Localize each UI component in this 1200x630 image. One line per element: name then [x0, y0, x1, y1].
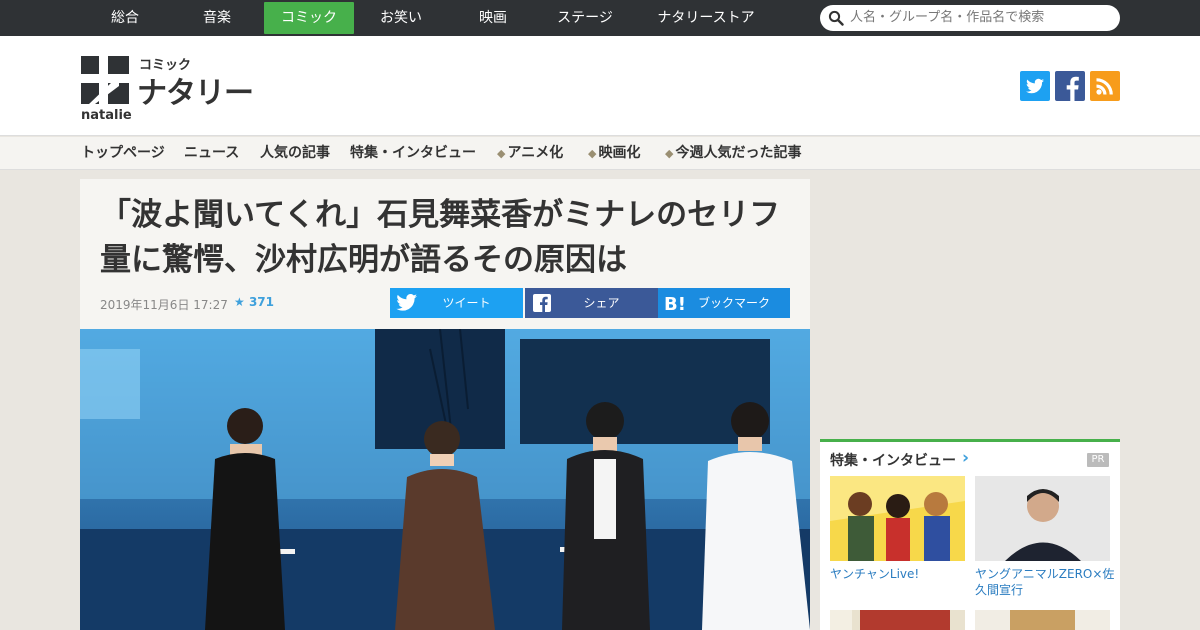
- nav-tab-general[interactable]: 総合: [80, 2, 170, 34]
- hatena-bookmark-button[interactable]: B! ブックマーク: [658, 288, 790, 318]
- nav-tab-store[interactable]: ナタリーストア: [636, 2, 776, 34]
- logo-title: ナタリー: [137, 76, 254, 111]
- search-input[interactable]: 人名・グループ名・作品名で検索: [850, 5, 1044, 31]
- nav-tab-comic[interactable]: コミック: [264, 2, 354, 34]
- tweet-label: ツイート: [442, 296, 491, 310]
- sidebar-heading[interactable]: 特集・インタビュー: [830, 450, 956, 470]
- twitter-link[interactable]: [1020, 71, 1050, 101]
- manga-cover-image: [830, 476, 965, 561]
- subnav-movie-label: 映画化: [598, 145, 641, 161]
- section-nav: トップページ ニュース 人気の記事 特集・インタビュー ◆ アニメ化 ◆ 映画化 ◆…: [0, 137, 1200, 170]
- feature-thumbnail: [975, 476, 1110, 561]
- search-icon: [828, 10, 844, 26]
- feature-sidebar: 特集・インタビュー › PR ヤンチャンLive! ヤングアニマルZERO×佐久…: [820, 439, 1120, 630]
- star-icon: ★: [234, 295, 249, 309]
- twitter-icon: [1026, 78, 1044, 94]
- manga-cover-image: [975, 610, 1110, 630]
- feature-thumbnail: [830, 610, 965, 630]
- manga-cover-image: [830, 610, 965, 630]
- subnav-features[interactable]: 特集・インタビュー: [350, 137, 476, 170]
- star-count-value: 371: [248, 295, 274, 309]
- feature-thumbnail: [830, 476, 965, 561]
- subnav-anime[interactable]: ◆ アニメ化: [497, 137, 563, 170]
- portrait-image: [975, 476, 1110, 561]
- logo-wordmark: natalie: [81, 108, 132, 123]
- article: 「波よ聞いてくれ」石見舞菜香がミナレのセリフ量に驚愕、沙村広明が語るその原因は …: [80, 179, 810, 630]
- article-date: 2019年11月6日 17:27: [100, 298, 228, 312]
- nav-tab-stage[interactable]: ステージ: [540, 2, 630, 34]
- tag-icon: ◆: [665, 147, 674, 160]
- feature-caption[interactable]: ヤングアニマルZERO×佐久間宣行: [975, 566, 1115, 598]
- natalie-logo-icon: [81, 56, 129, 104]
- nav-tab-owarai[interactable]: お笑い: [356, 2, 446, 34]
- facebook-icon: [1066, 76, 1079, 101]
- feature-caption[interactable]: ヤンチャンLive!: [830, 566, 970, 582]
- star-count[interactable]: ★ 371: [234, 295, 274, 309]
- tag-icon: ◆: [588, 147, 597, 160]
- rss-link[interactable]: [1090, 71, 1120, 101]
- pr-badge: PR: [1087, 453, 1109, 467]
- tweet-button[interactable]: ツイート: [390, 288, 523, 318]
- subnav-news[interactable]: ニュース: [184, 137, 239, 170]
- facebook-share-button[interactable]: シェア: [525, 288, 658, 318]
- feature-card[interactable]: [975, 610, 1110, 630]
- subnav-top[interactable]: トップページ: [81, 137, 165, 170]
- facebook-share-label: シェア: [583, 296, 620, 310]
- rss-icon: [1096, 78, 1113, 95]
- search-box[interactable]: 人名・グループ名・作品名で検索: [820, 5, 1120, 31]
- chevron-right-icon[interactable]: ›: [962, 448, 969, 468]
- subnav-weekly[interactable]: ◆ 今週人気だった記事: [665, 137, 801, 170]
- article-title: 「波よ聞いてくれ」石見舞菜香がミナレのセリフ量に驚愕、沙村広明が語るその原因は: [100, 197, 781, 278]
- feature-card[interactable]: [830, 610, 965, 630]
- subnav-movie[interactable]: ◆ 映画化: [588, 137, 640, 170]
- subnav-anime-label: アニメ化: [507, 145, 564, 161]
- facebook-link[interactable]: [1055, 71, 1085, 101]
- nav-tab-eiga[interactable]: 映画: [448, 2, 538, 34]
- site-header: コミック ナタリー natalie: [0, 36, 1200, 136]
- subnav-popular[interactable]: 人気の記事: [260, 137, 330, 170]
- global-nav: 総合 音楽 コミック お笑い 映画 ステージ ナタリーストア 人名・グループ名・…: [0, 0, 1200, 36]
- hatena-bookmark-label: ブックマーク: [697, 296, 770, 310]
- stage-photo-image: [80, 329, 810, 630]
- nav-tab-music[interactable]: 音楽: [172, 2, 262, 34]
- article-photo[interactable]: [80, 329, 810, 630]
- feature-thumbnail: [975, 610, 1110, 630]
- tag-icon: ◆: [497, 147, 506, 160]
- subnav-weekly-label: 今週人気だった記事: [675, 145, 802, 161]
